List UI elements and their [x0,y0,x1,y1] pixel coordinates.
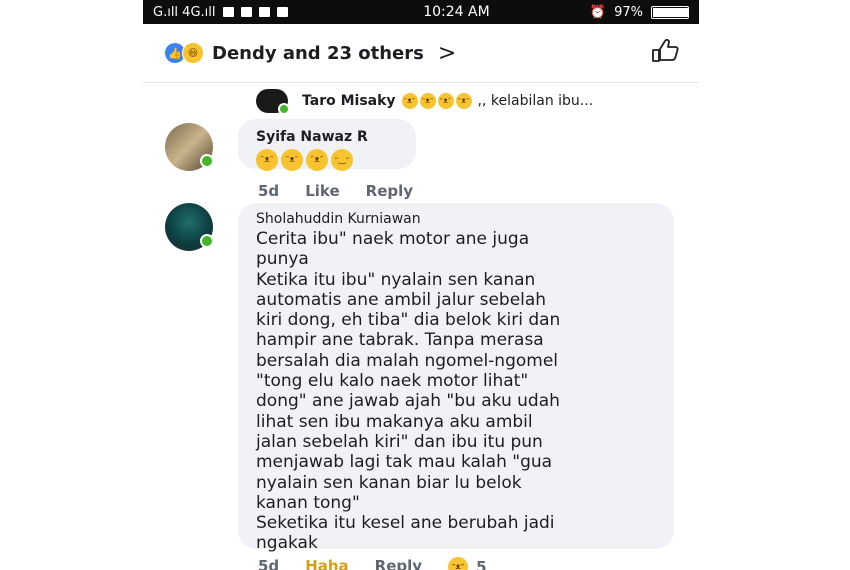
comment-text: Cerita ibu" naek motor ane juga punya Ke… [256,229,561,554]
chevron-right-icon[interactable]: > [438,41,456,66]
comment-actions: 5d Haha Reply ᵔᴥᵔ 5 [258,557,487,570]
laughing-emoji-icon: ᵔᴥᵔ [419,93,436,109]
reactions-names[interactable]: Dendy and 23 others [212,43,424,64]
status-time: 10:24 AM [423,4,490,20]
battery-percent: 97% [614,4,643,20]
reply-preview-text: ,, kelabilan ibu... [477,93,594,109]
comment-bubble[interactable]: Sholahuddin Kurniawan Cerita ibu" naek m… [238,203,674,553]
laughing-emoji-icon: ᵔᴥᵔ [401,93,418,109]
laughing-emoji-icon: ᵔᴥᵔ [448,557,469,570]
comment-bubble[interactable]: Syifa Nawaz R ᵔᴥᵔ ᵔᴥᵔ ᵔᴥᵔ ᵕ‿ᵕ [238,119,416,171]
status-bar: G.ıll 4G.ıll 10:24 AM ⏰ 97% [143,0,699,24]
message-icon [258,7,270,17]
avatar[interactable] [165,203,214,251]
laughing-emoji-icon: ᵔᴥᵔ [437,93,454,109]
alarm-icon: ⏰ [589,4,607,20]
reaction-count[interactable]: ᵔᴥᵔ 5 [448,557,487,570]
battery-icon [651,5,689,19]
like-button[interactable]: Like [305,182,339,200]
laughing-emoji-icon: ᵔᴥᵔ [455,93,472,109]
laughing-emoji-icon: 😆 [182,42,204,64]
phone-screen: G.ıll 4G.ıll 10:24 AM ⏰ 97% 👍 😆 Dendy an… [143,0,699,570]
comment-time: 5d [258,182,280,200]
comment-author[interactable]: Sholahuddin Kurniawan [256,211,660,227]
comment-emojis: ᵔᴥᵔ ᵔᴥᵔ ᵔᴥᵔ ᵕ‿ᵕ [256,149,416,171]
reaction-count-number: 5 [476,558,487,570]
signal-text: G.ıll 4G.ıll [153,4,216,20]
avatar[interactable] [165,123,214,171]
notification-icon [240,7,252,17]
haha-reaction-button[interactable]: Haha [305,557,348,570]
facebook-notification-icon [222,7,234,17]
comment-time: 5d [258,557,280,570]
like-outline-icon[interactable] [651,39,681,67]
avatar [256,89,290,115]
mail-icon [276,7,288,17]
laughing-emoji-icon: ᵔᴥᵔ [281,149,303,171]
laughing-emoji-icon: ᵔᴥᵔ [256,149,278,171]
reply-preview[interactable]: Taro Misaky ᵔᴥᵔ ᵔᴥᵔ ᵔᴥᵔ ᵔᴥᵔ ,, kelabilan… [143,83,699,119]
smile-emoji-icon: ᵕ‿ᵕ [331,149,353,171]
online-indicator [200,154,214,168]
reactions-header[interactable]: 👍 😆 Dendy and 23 others > [143,24,699,83]
comment-actions: 5d Like Reply [258,182,413,200]
reply-button[interactable]: Reply [366,182,413,200]
laughing-emoji-icon: ᵔᴥᵔ [306,149,328,171]
reply-preview-name: Taro Misaky [302,93,396,109]
comment-author[interactable]: Syifa Nawaz R [256,129,416,145]
status-right: ⏰ 97% [590,5,689,20]
reply-button[interactable]: Reply [375,557,422,570]
online-indicator [200,234,214,248]
